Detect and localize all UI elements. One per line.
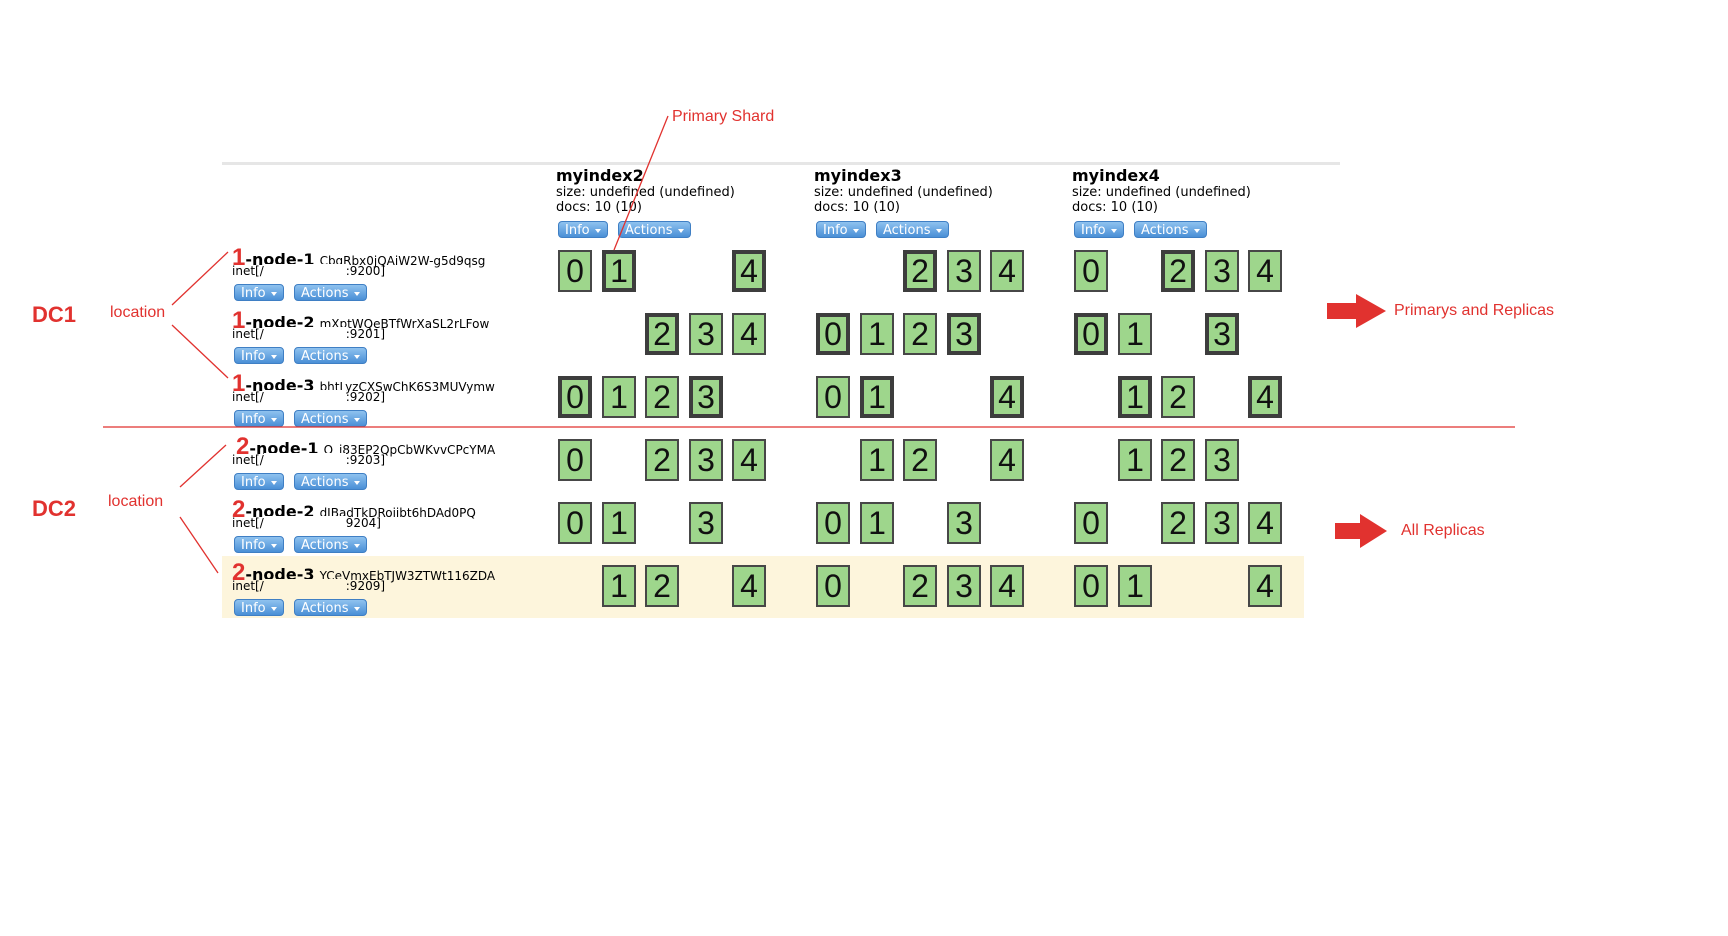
annotation-lines [103,115,1515,574]
arrow-right-icon [1327,294,1386,328]
all-replicas-label: All Replicas [1401,522,1485,539]
primary-shard-label: Primary Shard [672,108,775,125]
dc1-label: DC1 [32,302,77,327]
location-label: location [108,493,164,510]
primarys-and-replicas-label: Primarys and Replicas [1394,302,1555,319]
arrow-right-icon [1335,514,1387,548]
location-label: location [110,304,166,321]
dc2-label: DC2 [32,496,77,521]
